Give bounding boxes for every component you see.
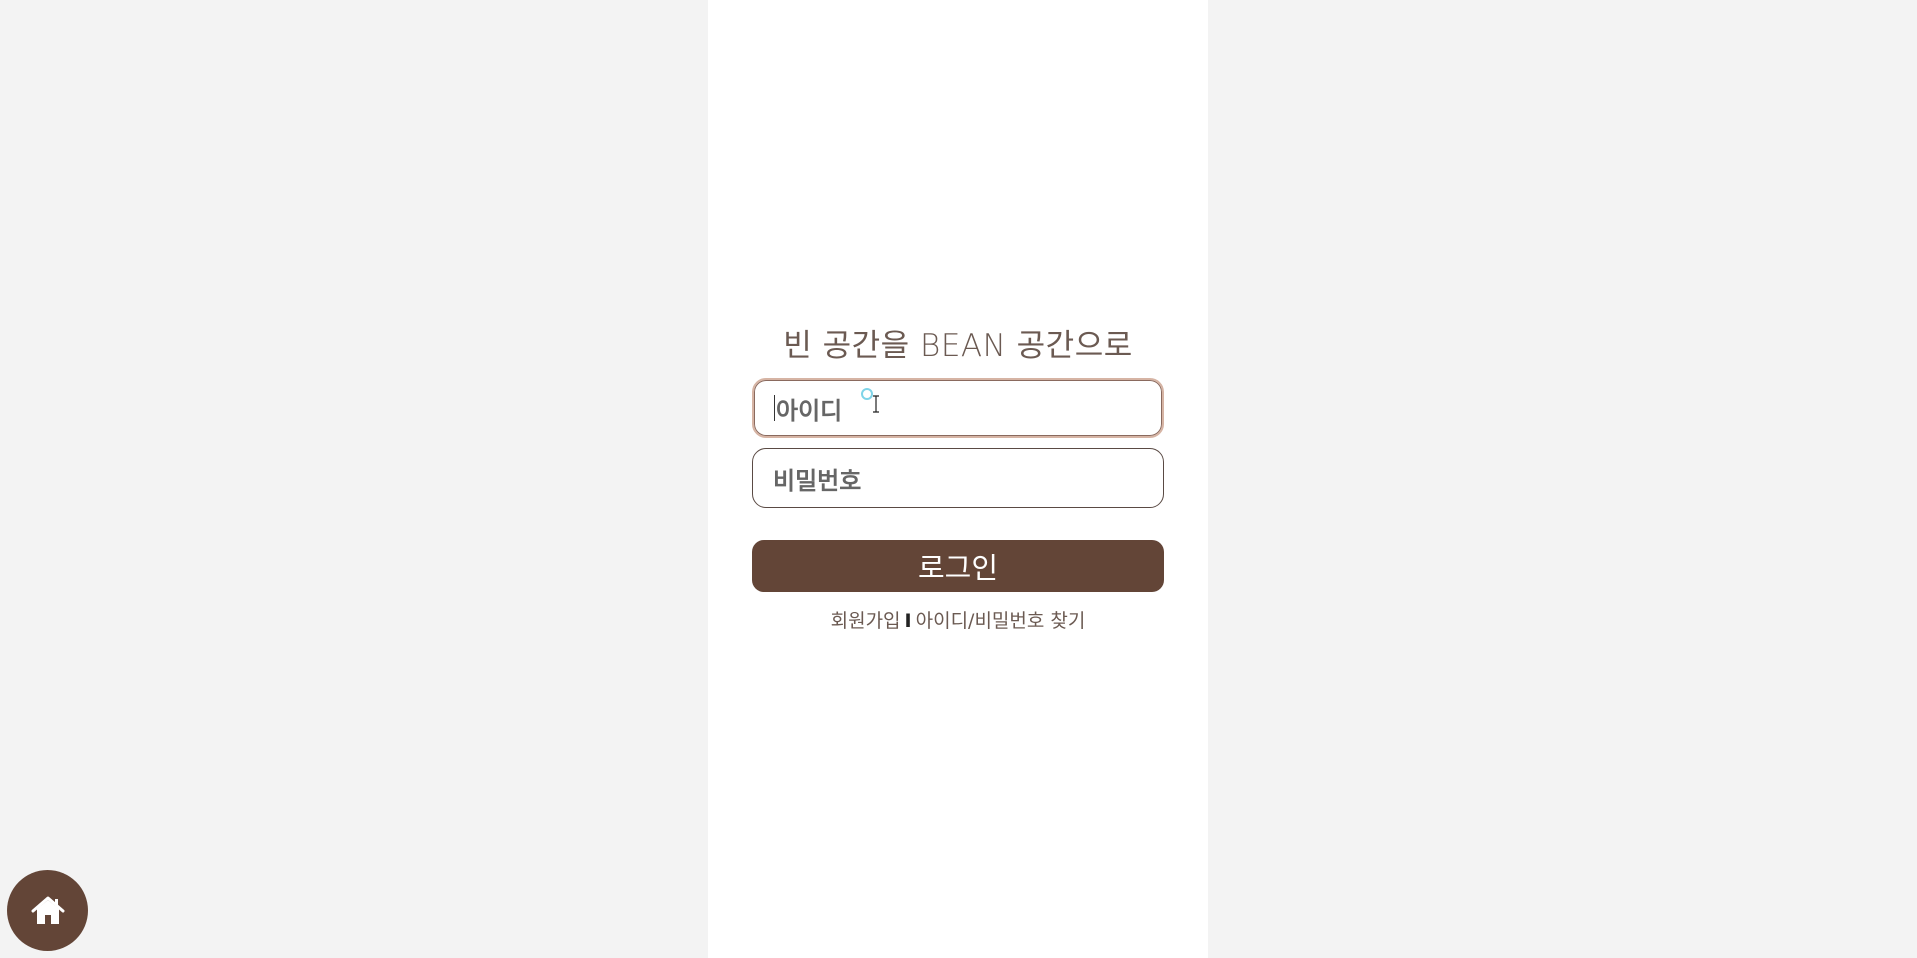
home-button[interactable]	[7, 870, 88, 951]
login-button[interactable]: 로그인	[752, 540, 1164, 592]
link-separator: I	[904, 610, 912, 632]
text-caret	[774, 395, 775, 421]
login-form: 빈 공간을 BEAN 공간으로 아이디 비밀번호 로그인 회원가입 I 아이디/비밀…	[752, 326, 1164, 633]
account-links: 회원가입 I 아이디/비밀번호 찾기	[752, 606, 1164, 633]
id-field[interactable]: 아이디	[752, 378, 1164, 438]
id-placeholder: 아이디	[776, 396, 843, 425]
find-account-link[interactable]: 아이디/비밀번호 찾기	[916, 610, 1086, 632]
password-placeholder: 비밀번호	[773, 466, 862, 495]
home-icon	[31, 896, 64, 924]
password-field[interactable]: 비밀번호	[752, 448, 1164, 508]
tagline: 빈 공간을 BEAN 공간으로	[783, 328, 1133, 364]
signup-link[interactable]: 회원가입	[831, 610, 901, 632]
app-column: 빈 공간을 BEAN 공간으로 아이디 비밀번호 로그인 회원가입 I 아이디/비밀…	[708, 0, 1208, 958]
text-cursor-icon	[873, 395, 879, 413]
